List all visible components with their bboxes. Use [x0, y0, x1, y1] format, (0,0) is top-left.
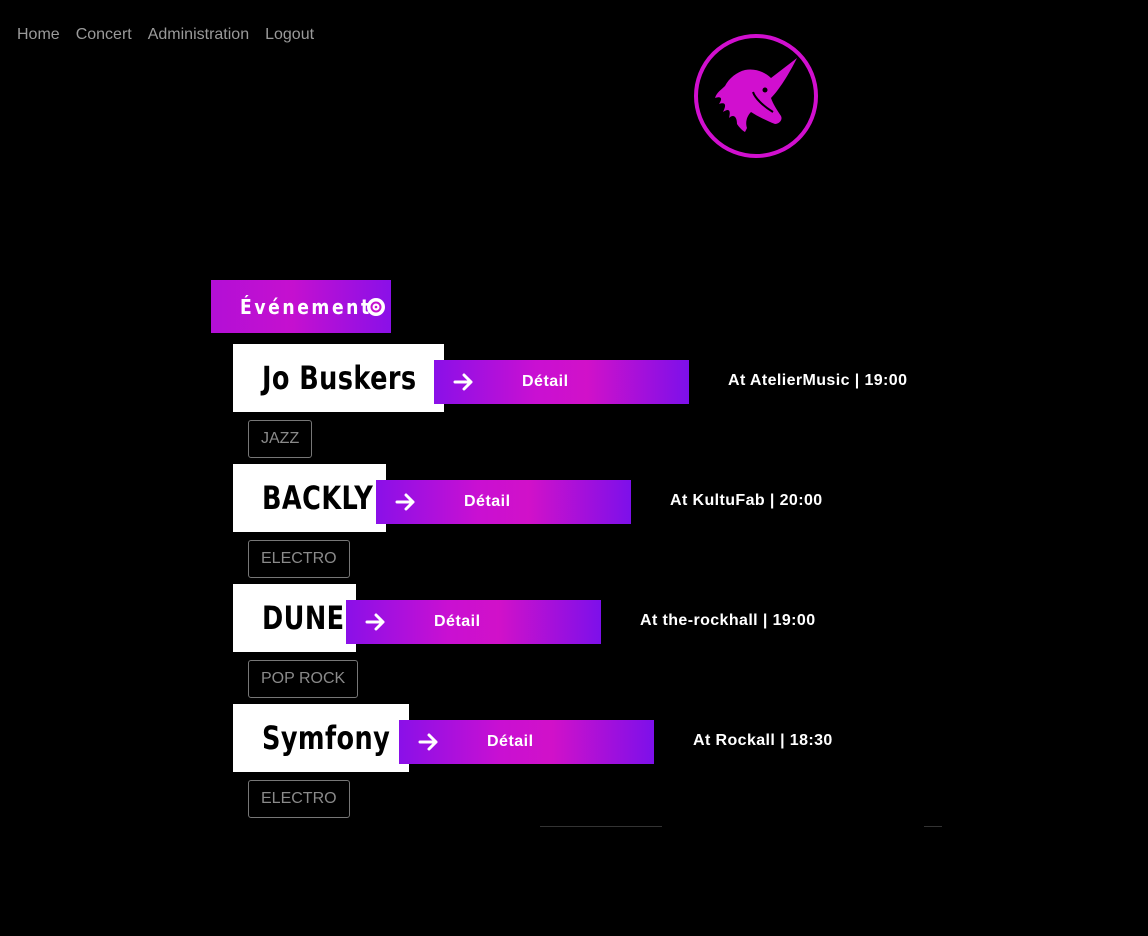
event-name: Symfony [262, 719, 391, 757]
event-name: Jo Buskers [262, 359, 417, 397]
unicorn-icon [694, 34, 818, 158]
detail-button[interactable]: Détail [376, 480, 631, 524]
event-card: DUNE Détail At the-rockhall | 19:00 POP … [233, 584, 983, 704]
event-name: BACKLY [262, 479, 374, 517]
section-title: Événements [240, 294, 385, 319]
genre-tag[interactable]: ELECTRO [248, 780, 350, 818]
event-venue-time: At KultuFab | 20:00 [670, 492, 823, 509]
arrow-right-icon [395, 493, 415, 511]
genre-tag[interactable]: JAZZ [248, 420, 313, 458]
nav-home[interactable]: Home [17, 26, 60, 44]
genre-tag[interactable]: POP ROCK [248, 660, 359, 698]
arrow-right-icon [453, 373, 473, 391]
top-nav: Home Concert Administration Logout [17, 26, 314, 44]
event-name: DUNE [262, 599, 345, 637]
detail-button-label: Détail [464, 493, 511, 510]
detail-button-label: Détail [487, 733, 534, 750]
detail-button[interactable]: Détail [399, 720, 654, 764]
event-card: BACKLY Détail At KultuFab | 20:00 ELECTR… [233, 464, 983, 584]
divider-line [924, 826, 942, 827]
event-venue-time: At the-rockhall | 19:00 [640, 612, 816, 629]
detail-button-label: Détail [522, 373, 569, 390]
event-card: Symfony Détail At Rockall | 18:30 ELECTR… [233, 704, 983, 824]
detail-button-label: Détail [434, 613, 481, 630]
nav-concert[interactable]: Concert [76, 26, 132, 44]
event-name-box: BACKLY [233, 464, 386, 532]
event-name-box: Jo Buskers [233, 344, 444, 412]
nav-logout[interactable]: Logout [265, 26, 314, 44]
divider-line [540, 826, 662, 827]
events-section-header: Événements [211, 280, 391, 333]
event-venue-time: At Rockall | 18:30 [693, 732, 833, 749]
genre-tag[interactable]: ELECTRO [248, 540, 350, 578]
arrow-right-icon [418, 733, 438, 751]
nav-administration[interactable]: Administration [148, 26, 249, 44]
unicorn-logo[interactable] [693, 32, 819, 160]
event-name-box: Symfony [233, 704, 409, 772]
disc-icon [367, 298, 385, 316]
detail-button[interactable]: Détail [346, 600, 601, 644]
event-card: Jo Buskers Détail At AtelierMusic | 19:0… [233, 344, 983, 464]
event-venue-time: At AtelierMusic | 19:00 [728, 372, 908, 389]
detail-button[interactable]: Détail [434, 360, 689, 404]
arrow-right-icon [365, 613, 385, 631]
event-name-box: DUNE [233, 584, 356, 652]
